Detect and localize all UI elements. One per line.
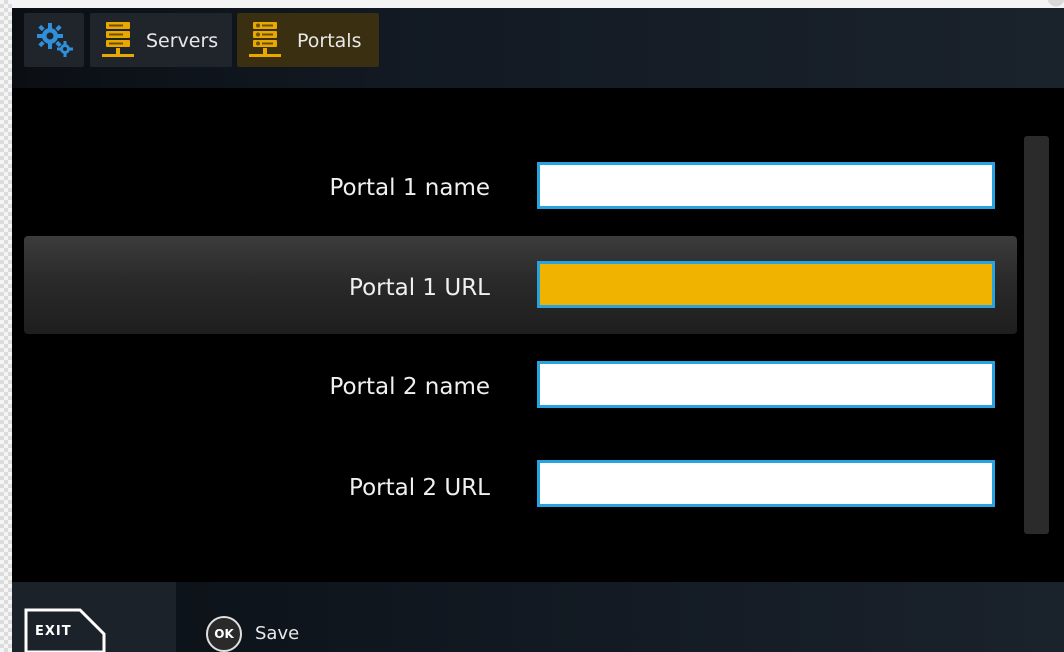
settings-screen: Servers Portals Portal 1 name Portal 1 U… xyxy=(0,0,1064,652)
bottom-action-bar: EXIT OK Save xyxy=(12,582,1064,652)
portal-2-url-label: Portal 2 URL xyxy=(349,475,490,501)
exit-button[interactable]: EXIT xyxy=(12,582,176,652)
portal-1-name-label: Portal 1 name xyxy=(329,175,490,201)
gears-icon xyxy=(34,21,76,63)
exit-label: EXIT xyxy=(35,624,72,639)
transparent-edge xyxy=(0,0,12,652)
settings-button[interactable] xyxy=(24,13,84,67)
transparent-edge-top xyxy=(12,0,1064,8)
portal-1-name-input[interactable] xyxy=(537,162,995,209)
portals-tab[interactable]: Portals xyxy=(237,13,379,67)
portal-1-url-label: Portal 1 URL xyxy=(349,275,490,301)
top-nav-bar: Servers Portals xyxy=(12,8,1064,88)
servers-tab[interactable]: Servers xyxy=(90,13,232,67)
servers-tab-label: Servers xyxy=(146,30,219,52)
portal-settings-form: Portal 1 name Portal 1 URL Portal 2 name… xyxy=(12,88,1064,582)
portals-tab-label: Portals xyxy=(297,30,362,52)
server-icon xyxy=(100,21,136,65)
portal-2-name-input[interactable] xyxy=(537,361,995,408)
vertical-scrollbar[interactable] xyxy=(1024,136,1049,534)
portal-1-url-input[interactable] xyxy=(537,261,995,308)
portal-2-url-input[interactable] xyxy=(537,460,995,507)
save-action-label[interactable]: Save xyxy=(255,623,299,645)
portal-server-icon xyxy=(247,21,283,65)
ok-button-icon: OK xyxy=(206,616,242,652)
portal-2-name-label: Portal 2 name xyxy=(329,374,490,400)
